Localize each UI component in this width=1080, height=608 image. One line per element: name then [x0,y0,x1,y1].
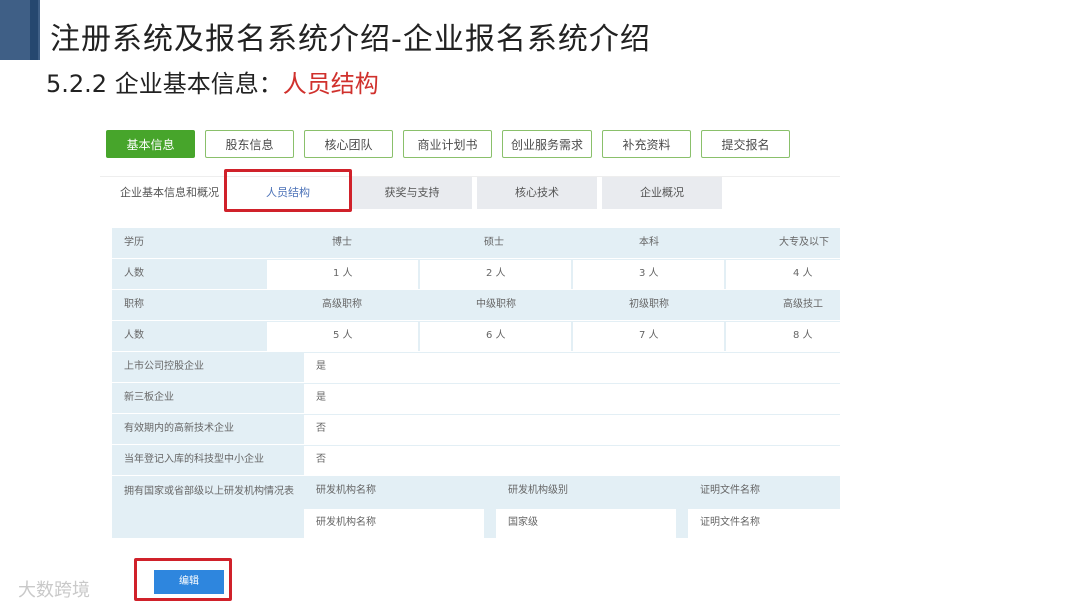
highlight-box [134,558,232,601]
field-row: 上市公司控股企业 是 [112,352,840,382]
slide-accent-bar [0,0,40,60]
rd-section: 拥有国家或省部级以上研发机构情况表 研发机构名称 研发机构级别 证明文件名称 研… [112,476,840,538]
field-label: 上市公司控股企业 [124,361,204,372]
count-label: 人数 [124,330,144,341]
title-count: 6 人 [486,330,506,341]
tab-business-plan[interactable]: 商业计划书 [403,130,492,158]
rd-header: 研发机构名称 [316,485,376,496]
rd-header: 证明文件名称 [700,485,760,496]
edu-header: 大专及以下 [779,237,829,248]
title-header-row: 职称 高级职称 中级职称 初级职称 高级技工 [112,290,840,320]
education-label: 学历 [124,237,144,248]
subtab-company-overview[interactable]: 企业基本信息和概况 [120,177,238,209]
slide-title: 注册系统及报名系统介绍-企业报名系统介绍 [50,22,651,57]
title-count: 7 人 [639,330,659,341]
watermark: 大数跨境 [18,580,90,601]
rd-value: 国家级 [508,517,538,528]
field-label: 有效期内的高新技术企业 [124,423,234,434]
title-label: 职称 [124,299,144,310]
edu-header: 博士 [332,237,352,248]
subtitle-highlight: 人员结构 [282,70,379,98]
subtitle-prefix: 5.2.2 企业基本信息： [46,70,283,98]
education-count-row: 人数 1 人 2 人 3 人 4 人 [112,259,840,289]
title-header: 高级技工 [783,299,823,310]
tab-submit[interactable]: 提交报名 [701,130,790,158]
tab-core-team[interactable]: 核心团队 [304,130,393,158]
field-label: 当年登记入库的科技型中小企业 [124,454,264,465]
field-value: 是 [316,392,326,403]
edu-count: 4 人 [793,268,813,279]
count-box [726,260,840,289]
field-value-box [304,415,840,444]
rd-value: 证明文件名称 [700,517,760,528]
field-value: 是 [316,361,326,372]
field-value-box [304,446,840,475]
sub-tab-bar: 企业基本信息和概况 人员结构 获奖与支持 核心技术 企业概况 [100,176,840,209]
rd-header: 研发机构级别 [508,485,568,496]
field-row: 新三板企业 是 [112,383,840,413]
field-value: 否 [316,454,326,465]
title-count-row: 人数 5 人 6 人 7 人 8 人 [112,321,840,351]
field-label: 新三板企业 [124,392,174,403]
rd-label: 拥有国家或省部级以上研发机构情况表 [124,486,294,497]
subtab-core-tech[interactable]: 核心技术 [477,177,597,209]
edu-count: 1 人 [333,268,353,279]
subtab-company-status[interactable]: 企业概况 [602,177,722,209]
edu-count: 2 人 [486,268,506,279]
title-header: 初级职称 [629,299,669,310]
field-value: 否 [316,423,326,434]
edu-header: 本科 [639,237,659,248]
education-header-row: 学历 博士 硕士 本科 大专及以下 [112,228,840,258]
highlight-box [224,169,352,212]
field-row: 当年登记入库的科技型中小企业 否 [112,445,840,475]
edu-header: 硕士 [484,237,504,248]
title-count: 8 人 [793,330,813,341]
tab-supplementary[interactable]: 补充资料 [602,130,691,158]
field-row: 有效期内的高新技术企业 否 [112,414,840,444]
field-value-box [304,353,840,382]
edu-count: 3 人 [639,268,659,279]
subtab-awards[interactable]: 获奖与支持 [352,177,472,209]
top-tab-bar: 基本信息 股东信息 核心团队 商业计划书 创业服务需求 补充资料 提交报名 [106,130,790,160]
tab-service-needs[interactable]: 创业服务需求 [502,130,592,158]
tab-basic-info[interactable]: 基本信息 [106,130,195,158]
field-value-box [304,384,840,413]
count-label: 人数 [124,268,144,279]
title-header: 高级职称 [322,299,362,310]
form-screenshot: 基本信息 股东信息 核心团队 商业计划书 创业服务需求 补充资料 提交报名 企业… [100,118,845,608]
slide-subtitle: 5.2.2 企业基本信息：人员结构 [46,64,379,99]
title-count: 5 人 [333,330,353,341]
tab-shareholder[interactable]: 股东信息 [205,130,294,158]
count-box [726,322,840,351]
title-header: 中级职称 [476,299,516,310]
rd-value: 研发机构名称 [316,517,376,528]
